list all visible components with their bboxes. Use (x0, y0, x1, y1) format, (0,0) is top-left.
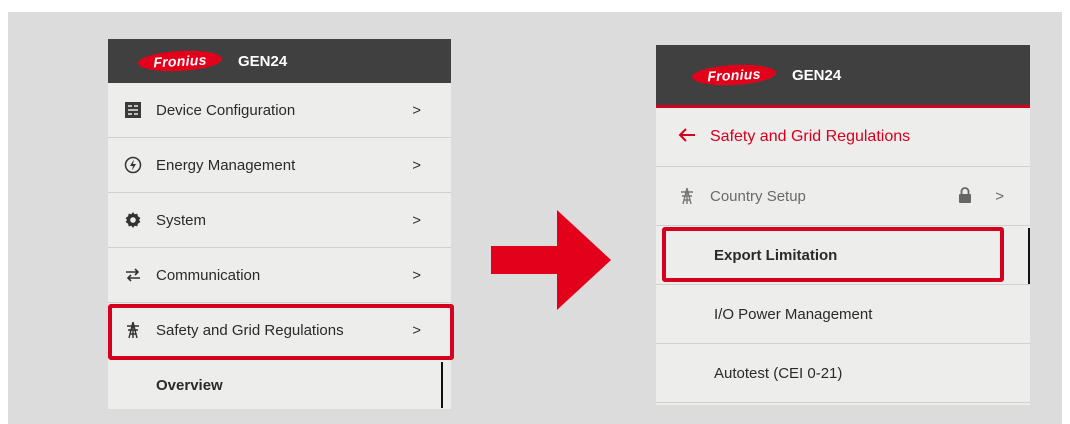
menu-item-io-power-management[interactable]: I/O Power Management (656, 285, 1030, 344)
scroll-indicator[interactable] (1028, 228, 1030, 284)
lock-icon (958, 187, 972, 207)
app-header: Fronius GEN24 (108, 39, 451, 83)
back-label: Safety and Grid Regulations (710, 128, 911, 145)
menu-item-energy-management[interactable]: Energy Management > (108, 138, 451, 193)
flow-arrow-icon (491, 210, 611, 310)
chevron-right-icon: > (412, 211, 421, 229)
app-header: Fronius GEN24 (656, 45, 1030, 108)
device-config-icon (124, 101, 142, 119)
grid-pylon-icon (678, 187, 696, 205)
back-arrow-icon (678, 127, 696, 148)
chevron-right-icon: > (412, 156, 421, 174)
chevron-right-icon: > (412, 266, 421, 284)
submenu-item-overview[interactable]: Overview (108, 358, 451, 409)
back-to-safety-grid-regulations[interactable]: Safety and Grid Regulations (656, 108, 1030, 167)
menu-item-label: System (156, 211, 207, 229)
menu-item-label: Autotest (CEI 0-21) (714, 364, 843, 382)
chevron-right-icon: > (412, 101, 421, 119)
menu-item-system[interactable]: System > (108, 193, 451, 248)
chevron-right-icon: > (995, 187, 1004, 205)
fronius-logo: Fronius (137, 48, 223, 74)
scroll-indicator[interactable] (441, 362, 443, 408)
menu-item-label: I/O Power Management (714, 305, 873, 323)
submenu-item-label: Overview (156, 376, 223, 394)
product-name: GEN24 (238, 52, 288, 70)
menu-item-label: Country Setup (710, 187, 806, 205)
fronius-logo: Fronius (691, 62, 777, 88)
highlight-export-limitation (662, 227, 1004, 282)
menu-item-label: Communication (156, 266, 261, 284)
menu-item-autotest[interactable]: Autotest (CEI 0-21) (656, 344, 1030, 403)
transfer-arrows-icon (124, 266, 142, 284)
menu-item-country-setup[interactable]: Country Setup > (656, 167, 1030, 226)
safety-grid-panel: Fronius GEN24 Safety and Grid Regulation… (656, 45, 1030, 405)
gear-icon (124, 211, 142, 229)
menu-item-label: Device Configuration (156, 101, 296, 119)
product-name: GEN24 (792, 66, 842, 84)
highlight-safety-grid-regulations (108, 304, 454, 360)
menu-item-device-configuration[interactable]: Device Configuration > (108, 83, 451, 138)
energy-icon (124, 156, 142, 174)
menu-item-communication[interactable]: Communication > (108, 248, 451, 303)
menu-item-label: Energy Management (156, 156, 296, 174)
